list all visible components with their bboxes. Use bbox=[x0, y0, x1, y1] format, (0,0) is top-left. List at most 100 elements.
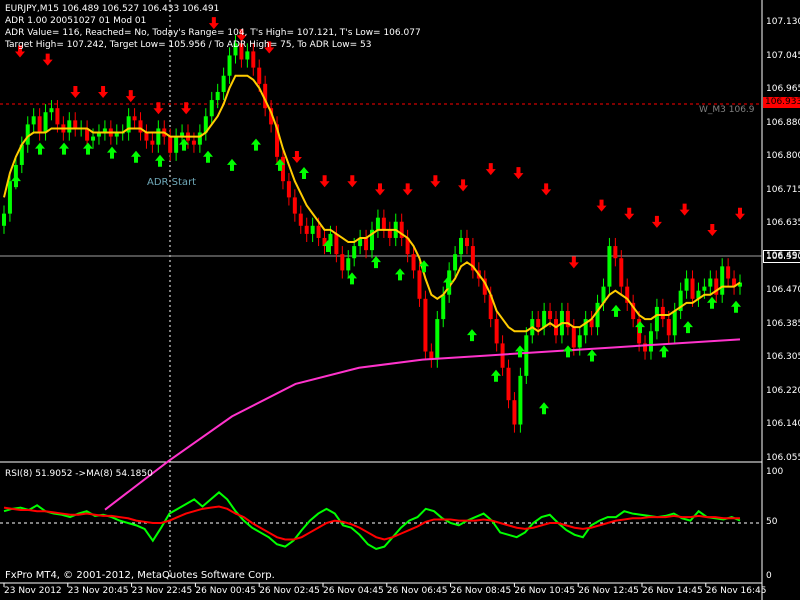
y-tick-label: 107.130 bbox=[766, 17, 800, 27]
x-tick-label: 23 Nov 22:45 bbox=[131, 586, 193, 596]
candle-body bbox=[292, 197, 297, 214]
up-arrow-shape bbox=[611, 304, 621, 317]
down-arrow-shape bbox=[596, 199, 607, 212]
down-arrow-shape bbox=[430, 175, 441, 188]
candle-body bbox=[375, 217, 380, 230]
candle-body bbox=[310, 225, 315, 234]
candle-body bbox=[31, 116, 36, 125]
y-tick-label: 106.220 bbox=[766, 386, 800, 397]
target-line: Target High= 107.242, Target Low= 105.95… bbox=[5, 40, 372, 50]
down-arrow-icon bbox=[319, 175, 330, 188]
candle-body bbox=[298, 213, 303, 226]
candle-body bbox=[536, 319, 541, 328]
candle-body bbox=[411, 254, 416, 271]
x-tick-label: 26 Nov 02:45 bbox=[259, 586, 320, 596]
down-arrow-icon bbox=[513, 167, 524, 180]
down-arrow-shape bbox=[42, 53, 53, 66]
down-arrow-shape bbox=[651, 215, 662, 228]
y-tick-label: 106.055 bbox=[766, 453, 800, 463]
adr-value-line: ADR Value= 116, Reached= No, Today's Ran… bbox=[5, 28, 421, 38]
down-arrow-shape bbox=[513, 167, 524, 180]
candle-body bbox=[73, 120, 78, 129]
up-arrow-shape bbox=[155, 154, 165, 167]
candle-body bbox=[43, 112, 48, 133]
up-arrow-icon bbox=[659, 345, 669, 358]
up-arrow-shape bbox=[563, 345, 573, 358]
y-tick-label: 106.800 bbox=[766, 150, 800, 161]
candle-body bbox=[286, 181, 291, 198]
candle-body bbox=[215, 91, 220, 101]
ma-slow-line bbox=[104, 338, 741, 511]
down-arrow-icon bbox=[485, 163, 496, 176]
candle-body bbox=[364, 237, 369, 251]
wm3-price-tag: 106.933 bbox=[763, 97, 800, 108]
down-arrow-shape bbox=[153, 102, 164, 115]
x-tick-label: 26 Nov 06:45 bbox=[386, 586, 448, 596]
up-arrow-icon bbox=[131, 150, 141, 163]
candle-body bbox=[548, 310, 553, 320]
y-tick-label: 106.470 bbox=[766, 284, 800, 295]
candle-body bbox=[595, 302, 600, 328]
copyright-footer: FxPro MT4, © 2001-2012, MetaQuotes Softw… bbox=[5, 570, 275, 581]
candle-body bbox=[132, 116, 137, 121]
up-arrow-shape bbox=[515, 345, 525, 358]
up-arrow-icon bbox=[491, 369, 501, 382]
candle-body bbox=[197, 132, 202, 145]
down-arrow-icon bbox=[735, 207, 745, 220]
y-tick-label: 106.965 bbox=[766, 83, 800, 94]
candle-body bbox=[49, 108, 54, 113]
rsi-axis-max: 100 bbox=[766, 467, 784, 477]
candle-body bbox=[571, 327, 576, 348]
x-tick-label: 26 Nov 04:45 bbox=[323, 586, 384, 596]
up-arrow-shape bbox=[635, 321, 645, 334]
candle-body bbox=[387, 229, 392, 238]
up-arrow-shape bbox=[59, 142, 69, 155]
up-arrow-shape bbox=[443, 276, 453, 289]
candle-body bbox=[304, 225, 309, 234]
candle-body bbox=[702, 286, 707, 291]
down-arrow-shape bbox=[98, 86, 109, 99]
candle-body bbox=[464, 237, 469, 247]
up-arrow-shape bbox=[251, 138, 261, 151]
candle-body bbox=[619, 258, 624, 287]
rsi-axis-min: 0 bbox=[766, 571, 772, 581]
down-arrow-shape bbox=[485, 163, 496, 176]
candle-body bbox=[435, 319, 440, 360]
up-arrow-icon bbox=[731, 300, 741, 313]
down-arrow-shape bbox=[402, 183, 413, 196]
candle-body bbox=[726, 266, 731, 279]
candle-body bbox=[138, 120, 143, 133]
up-arrow-shape bbox=[683, 321, 693, 334]
ma-fast-line bbox=[3, 74, 741, 333]
symbol-line: EURJPY,M15 106.489 106.527 106.433 106.4… bbox=[5, 4, 220, 14]
up-arrow-shape bbox=[203, 150, 213, 163]
candle-body bbox=[191, 140, 196, 145]
candle-body bbox=[708, 278, 713, 287]
up-arrow-shape bbox=[11, 175, 21, 188]
up-arrow-shape bbox=[299, 166, 309, 179]
down-arrow-icon bbox=[402, 183, 413, 196]
y-tick-label: 107.045 bbox=[766, 51, 800, 62]
up-arrow-icon bbox=[251, 138, 261, 151]
y-tick-label: 106.385 bbox=[766, 319, 800, 330]
down-arrow-icon bbox=[70, 86, 81, 99]
down-arrow-shape bbox=[291, 150, 302, 163]
candle-body bbox=[168, 136, 173, 153]
main-panel-frame bbox=[0, 0, 763, 600]
up-arrow-icon bbox=[83, 142, 93, 155]
x-tick-label: 23 Nov 2012 bbox=[4, 586, 62, 596]
up-arrow-icon bbox=[299, 166, 309, 179]
down-arrow-icon bbox=[541, 183, 552, 196]
candle-body bbox=[648, 331, 653, 352]
down-arrow-shape bbox=[624, 207, 635, 220]
down-arrow-icon bbox=[458, 179, 469, 192]
candle-body bbox=[352, 246, 357, 259]
up-arrow-icon bbox=[443, 276, 453, 289]
down-arrow-shape bbox=[319, 175, 330, 188]
candle-body bbox=[174, 136, 179, 153]
up-arrow-icon bbox=[611, 304, 621, 317]
down-arrow-icon bbox=[679, 203, 690, 216]
chart-canvas bbox=[0, 0, 763, 600]
up-arrow-icon bbox=[467, 329, 477, 342]
candle-body bbox=[690, 278, 695, 299]
